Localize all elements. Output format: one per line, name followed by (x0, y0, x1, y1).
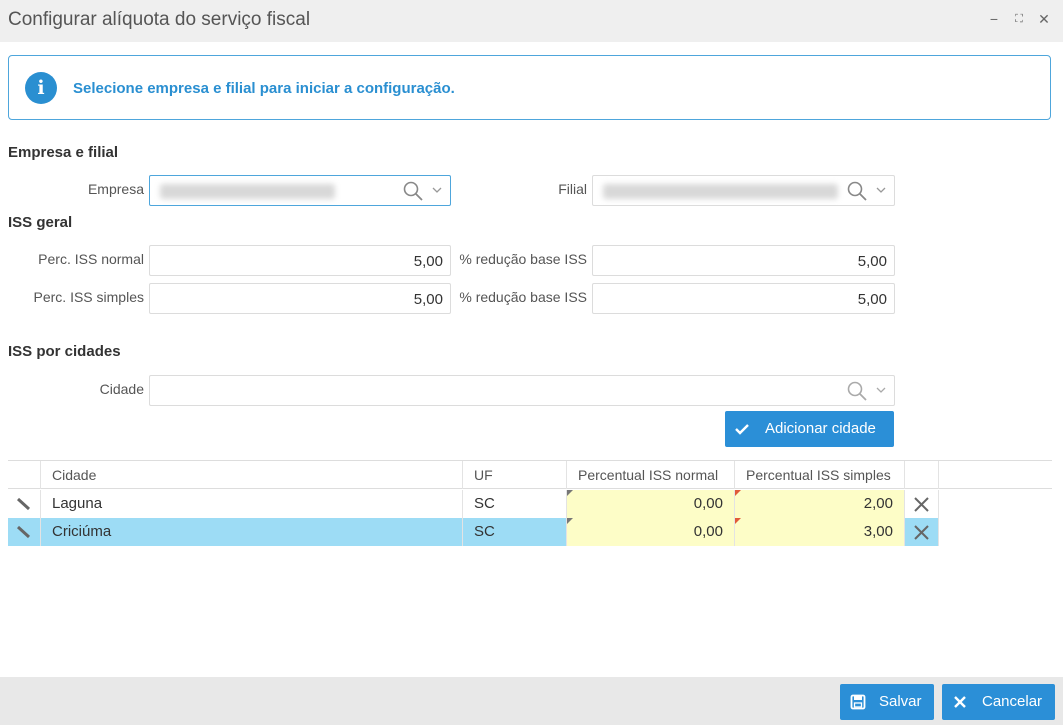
iss-simples-value: 3,00 (863, 523, 893, 540)
minimize-button[interactable]: − (986, 10, 1002, 28)
add-city-button[interactable]: Adicionar cidade (725, 411, 894, 447)
add-city-label: Adicionar cidade (765, 420, 876, 437)
iss-simples-value: 2,00 (863, 495, 893, 512)
perc-iss-simples-value: 5,00 (413, 291, 443, 308)
check-icon (735, 424, 749, 435)
header-iss-simples[interactable]: Percentual ISS simples (735, 461, 905, 489)
save-icon (850, 694, 866, 710)
cancel-label: Cancelar (982, 693, 1043, 710)
edited-marker (735, 490, 741, 496)
header-delete-col (905, 461, 939, 489)
perc-iss-simples-label: Perc. ISS simples (33, 289, 144, 305)
uf-cell: SC (463, 518, 567, 546)
edit-row-cell[interactable] (8, 490, 41, 518)
cidade-cell: Criciúma (41, 518, 463, 546)
close-button[interactable]: ✕ (1036, 10, 1052, 28)
close-icon[interactable] (913, 496, 930, 513)
info-message: Selecione empresa e filial para iniciar … (73, 80, 455, 97)
table-row-selected[interactable]: Criciúma SC 0,00 3,00 (8, 518, 1052, 546)
pencil-icon[interactable] (16, 496, 32, 512)
perc-iss-normal-input[interactable]: 5,00 (149, 245, 451, 276)
delete-row-cell[interactable] (905, 518, 939, 546)
info-icon: i (25, 72, 57, 104)
iss-simples-cell[interactable]: 2,00 (735, 490, 905, 518)
dialog-footer: Salvar Cancelar (0, 677, 1063, 725)
pencil-icon[interactable] (16, 524, 32, 540)
perc-iss-normal-label: Perc. ISS normal (38, 251, 144, 267)
iss-normal-cell[interactable]: 0,00 (567, 518, 735, 546)
search-icon[interactable] (846, 180, 868, 202)
chevron-down-icon[interactable] (874, 383, 888, 397)
cidade-select[interactable] (149, 375, 895, 406)
filial-value-blurred (603, 184, 838, 199)
header-uf[interactable]: UF (463, 461, 567, 489)
iss-normal-cell[interactable]: 0,00 (567, 490, 735, 518)
save-label: Salvar (879, 693, 922, 710)
window-title: Configurar alíquota do serviço fiscal (8, 9, 311, 30)
table-row[interactable]: Laguna SC 0,00 2,00 (8, 490, 1052, 518)
delete-row-cell[interactable] (905, 490, 939, 518)
reducao-base-normal-label: % redução base ISS (459, 251, 587, 267)
cidade-cell: Laguna (41, 490, 463, 518)
table-header: Cidade UF Percentual ISS normal Percentu… (8, 460, 1052, 489)
search-icon[interactable] (402, 180, 424, 202)
uf-cell: SC (463, 490, 567, 518)
iss-normal-value: 0,00 (693, 523, 723, 540)
reducao-base-simples-value: 5,00 (857, 291, 887, 308)
iss-normal-value: 0,00 (693, 495, 723, 512)
reducao-base-simples-label: % redução base ISS (459, 289, 587, 305)
empresa-value-blurred (160, 184, 335, 199)
section-title-iss-geral: ISS geral (8, 214, 73, 231)
cidade-label: Cidade (99, 381, 144, 397)
chevron-down-icon[interactable] (430, 183, 444, 197)
edit-row-cell[interactable] (8, 518, 41, 546)
close-icon (954, 696, 966, 708)
chevron-down-icon[interactable] (874, 183, 888, 197)
filial-label: Filial (558, 181, 587, 197)
header-cidade[interactable]: Cidade (41, 461, 463, 489)
edited-marker (567, 518, 573, 524)
info-message-box: i Selecione empresa e filial para inicia… (8, 55, 1051, 120)
maximize-button[interactable]: ⛶ (1011, 10, 1027, 28)
iss-simples-cell[interactable]: 3,00 (735, 518, 905, 546)
reducao-base-normal-input[interactable]: 5,00 (592, 245, 895, 276)
search-icon[interactable] (846, 380, 868, 402)
header-edit-col (8, 461, 41, 489)
close-icon[interactable] (913, 524, 930, 541)
filial-select[interactable] (592, 175, 895, 206)
title-bar: Configurar alíquota do serviço fiscal − … (0, 0, 1063, 42)
save-button[interactable]: Salvar (840, 684, 934, 720)
perc-iss-simples-input[interactable]: 5,00 (149, 283, 451, 314)
perc-iss-normal-value: 5,00 (413, 253, 443, 270)
empresa-label: Empresa (87, 181, 144, 197)
section-title-empresa-filial: Empresa e filial (8, 144, 119, 161)
header-iss-normal[interactable]: Percentual ISS normal (567, 461, 735, 489)
edited-marker (567, 490, 573, 496)
cancel-button[interactable]: Cancelar (942, 684, 1055, 720)
reducao-base-simples-input[interactable]: 5,00 (592, 283, 895, 314)
section-title-iss-cidades: ISS por cidades (8, 343, 121, 360)
edited-marker (735, 518, 741, 524)
empresa-select[interactable] (149, 175, 451, 206)
reducao-base-normal-value: 5,00 (857, 253, 887, 270)
